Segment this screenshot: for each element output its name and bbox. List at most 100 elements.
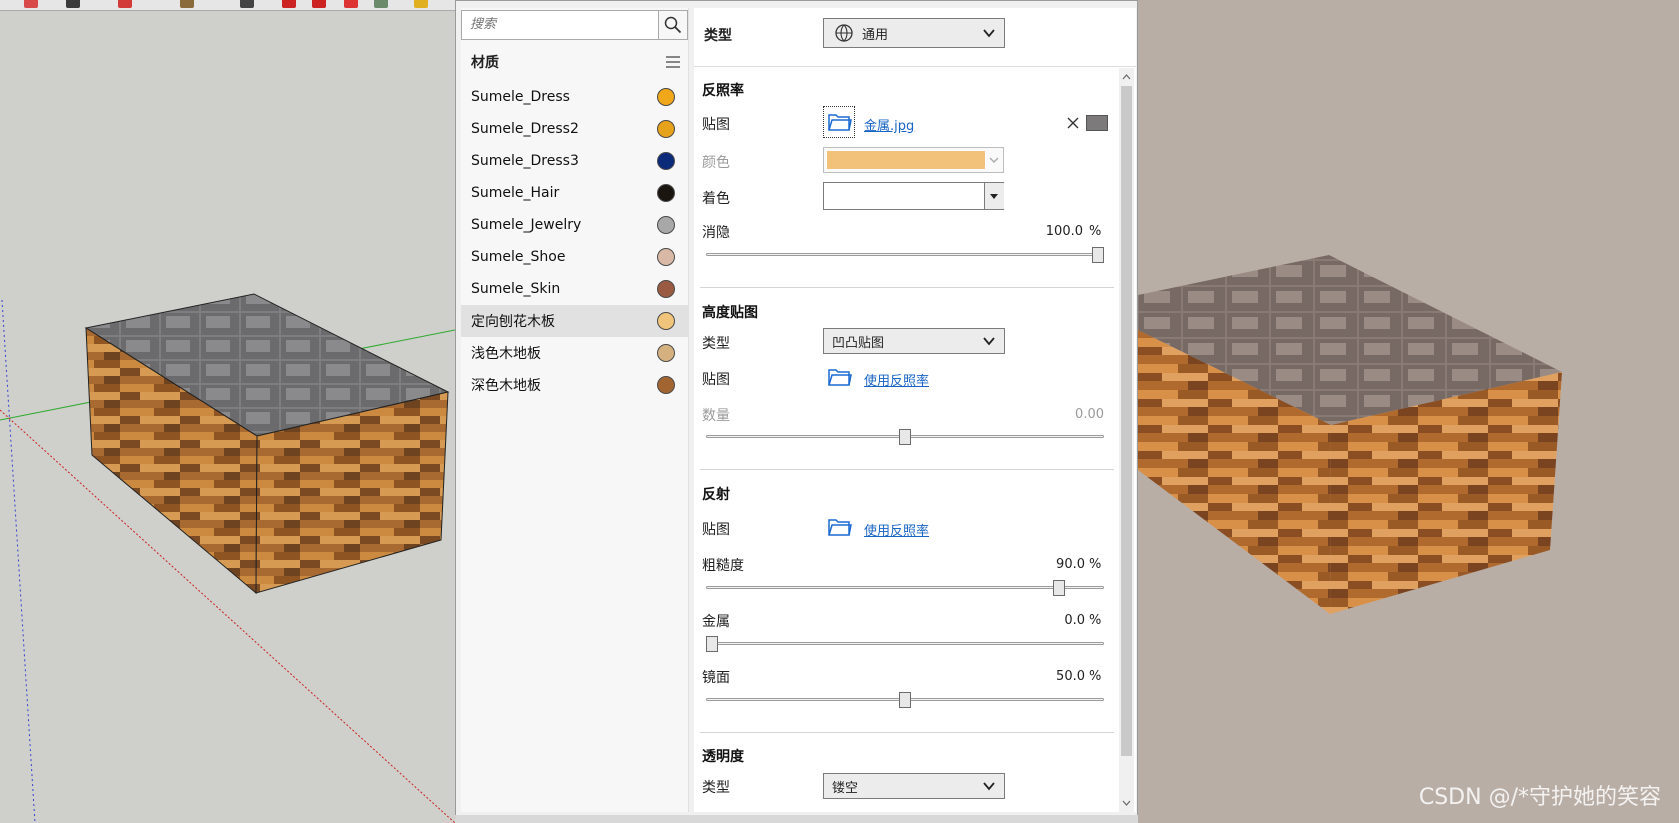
- material-swatch: [657, 376, 675, 394]
- arc-icon[interactable]: [118, 0, 132, 8]
- material-name: 浅色木地板: [471, 346, 541, 362]
- metal-slider-track[interactable]: [706, 642, 1104, 645]
- push-pull-icon[interactable]: [240, 0, 254, 8]
- material-swatch: [657, 248, 675, 266]
- roughness-label: 粗糙度: [702, 558, 744, 574]
- material-name: Sumele_Dress2: [471, 121, 579, 137]
- transparency-type-label: 类型: [702, 780, 730, 796]
- move-icon[interactable]: [282, 0, 296, 8]
- albedo-section-title: 反照率: [702, 83, 744, 99]
- scale-icon[interactable]: [374, 0, 388, 8]
- tint-color-picker[interactable]: [823, 182, 1004, 210]
- albedo-color-picker[interactable]: [823, 147, 1004, 173]
- material-item[interactable]: Sumele_Dress3: [461, 145, 688, 177]
- material-swatch: [657, 280, 675, 298]
- scroll-down-icon[interactable]: [1121, 798, 1132, 808]
- watermark: CSDN @/*守护她的笑容: [1418, 785, 1661, 810]
- roughness-value: 90.0: [1056, 557, 1085, 572]
- section-divider: [700, 732, 1114, 733]
- specular-slider-thumb[interactable]: [899, 692, 911, 708]
- folder-icon[interactable]: [828, 516, 852, 538]
- tint-label: 着色: [702, 191, 730, 207]
- opacity-label: 消隐: [702, 225, 730, 241]
- dialog-bottom-strip: [455, 815, 1138, 823]
- specular-percent: %: [1089, 669, 1102, 684]
- roughness-slider-track[interactable]: [706, 586, 1104, 589]
- specular-label: 镜面: [702, 670, 730, 686]
- material-name: Sumele_Shoe: [471, 249, 566, 265]
- material-item[interactable]: Sumele_Dress: [461, 81, 688, 113]
- viewport-scene: [0, 293, 455, 823]
- material-item[interactable]: 深色木地板: [461, 369, 688, 401]
- amount-label: 数量: [702, 408, 730, 424]
- opacity-slider-thumb[interactable]: [1092, 247, 1104, 263]
- reflection-map-link[interactable]: 使用反照率: [864, 520, 929, 539]
- close-icon[interactable]: [1067, 117, 1079, 129]
- reflection-map-label: 贴图: [702, 522, 730, 538]
- material-item[interactable]: Sumele_Hair: [461, 177, 688, 209]
- albedo-map-browse-button[interactable]: [823, 106, 855, 138]
- material-item-selected[interactable]: 定向刨花木板: [461, 305, 688, 337]
- albedo-map-label: 贴图: [702, 117, 730, 133]
- material-item[interactable]: 浅色木地板: [461, 337, 688, 369]
- roughness-percent: %: [1089, 557, 1102, 572]
- height-map-label: 贴图: [702, 372, 730, 388]
- chevron-down-icon: [990, 194, 998, 199]
- paint-icon[interactable]: [180, 0, 194, 8]
- tape-icon[interactable]: [414, 0, 428, 8]
- tint-dropdown-button[interactable]: [984, 183, 1004, 209]
- search-field[interactable]: [461, 10, 659, 40]
- scroll-up-icon[interactable]: [1121, 72, 1132, 82]
- specular-value: 50.0: [1056, 669, 1085, 684]
- hamburger-menu-icon[interactable]: [665, 55, 681, 69]
- material-swatch: [657, 184, 675, 202]
- model-viewport[interactable]: [0, 0, 455, 823]
- metal-slider-thumb[interactable]: [706, 636, 718, 652]
- scrollbar-thumb[interactable]: [1121, 86, 1132, 756]
- rotate-icon[interactable]: [312, 0, 326, 8]
- toolbar: [0, 0, 455, 11]
- material-swatch: [657, 152, 675, 170]
- material-item[interactable]: Sumele_Skin: [461, 273, 688, 305]
- albedo-map-file-link[interactable]: 金属.jpg: [864, 115, 914, 134]
- section-divider: [700, 469, 1114, 470]
- material-name: 深色木地板: [471, 378, 541, 394]
- metal-value: 0.0: [1064, 613, 1085, 628]
- material-item[interactable]: Sumele_Jewelry: [461, 209, 688, 241]
- material-swatch: [657, 312, 675, 330]
- material-item[interactable]: Sumele_Shoe: [461, 241, 688, 273]
- material-swatch: [657, 120, 675, 138]
- material-name: Sumele_Skin: [471, 281, 561, 297]
- material-type-dropdown[interactable]: 通用: [823, 18, 1005, 48]
- chevron-down-icon: [983, 782, 995, 791]
- chevron-down-icon: [983, 29, 995, 38]
- render-scene: [1138, 255, 1562, 614]
- eraser-icon[interactable]: [24, 0, 38, 8]
- material-name: Sumele_Dress3: [471, 153, 579, 169]
- globe-icon: [835, 24, 853, 42]
- material-name: 定向刨花木板: [471, 314, 555, 330]
- albedo-color-swatch: [827, 151, 985, 169]
- amount-slider-thumb[interactable]: [899, 429, 911, 445]
- height-type-value: 凹凸贴图: [832, 335, 885, 351]
- materials-title: 材质: [471, 55, 499, 71]
- transparency-type-dropdown[interactable]: 镂空: [823, 773, 1005, 799]
- roughness-slider-thumb[interactable]: [1053, 580, 1066, 596]
- material-swatch: [657, 88, 675, 106]
- search-input[interactable]: [462, 11, 658, 37]
- folder-icon: [828, 114, 852, 131]
- opacity-slider-track[interactable]: [706, 253, 1104, 256]
- height-map-link[interactable]: 使用反照率: [864, 370, 929, 389]
- search-button[interactable]: [658, 10, 688, 40]
- material-item[interactable]: Sumele_Dress2: [461, 113, 688, 145]
- transparency-type-value: 镂空: [832, 780, 859, 796]
- chevron-down-icon: [983, 337, 995, 346]
- folder-icon[interactable]: [828, 366, 852, 388]
- follow-me-icon[interactable]: [344, 0, 358, 8]
- albedo-color-label: 颜色: [702, 155, 730, 171]
- pencil-icon[interactable]: [66, 0, 80, 8]
- type-label: 类型: [704, 28, 732, 44]
- height-type-dropdown[interactable]: 凹凸贴图: [823, 328, 1005, 354]
- reflection-section-title: 反射: [702, 487, 730, 503]
- height-type-label: 类型: [702, 336, 730, 352]
